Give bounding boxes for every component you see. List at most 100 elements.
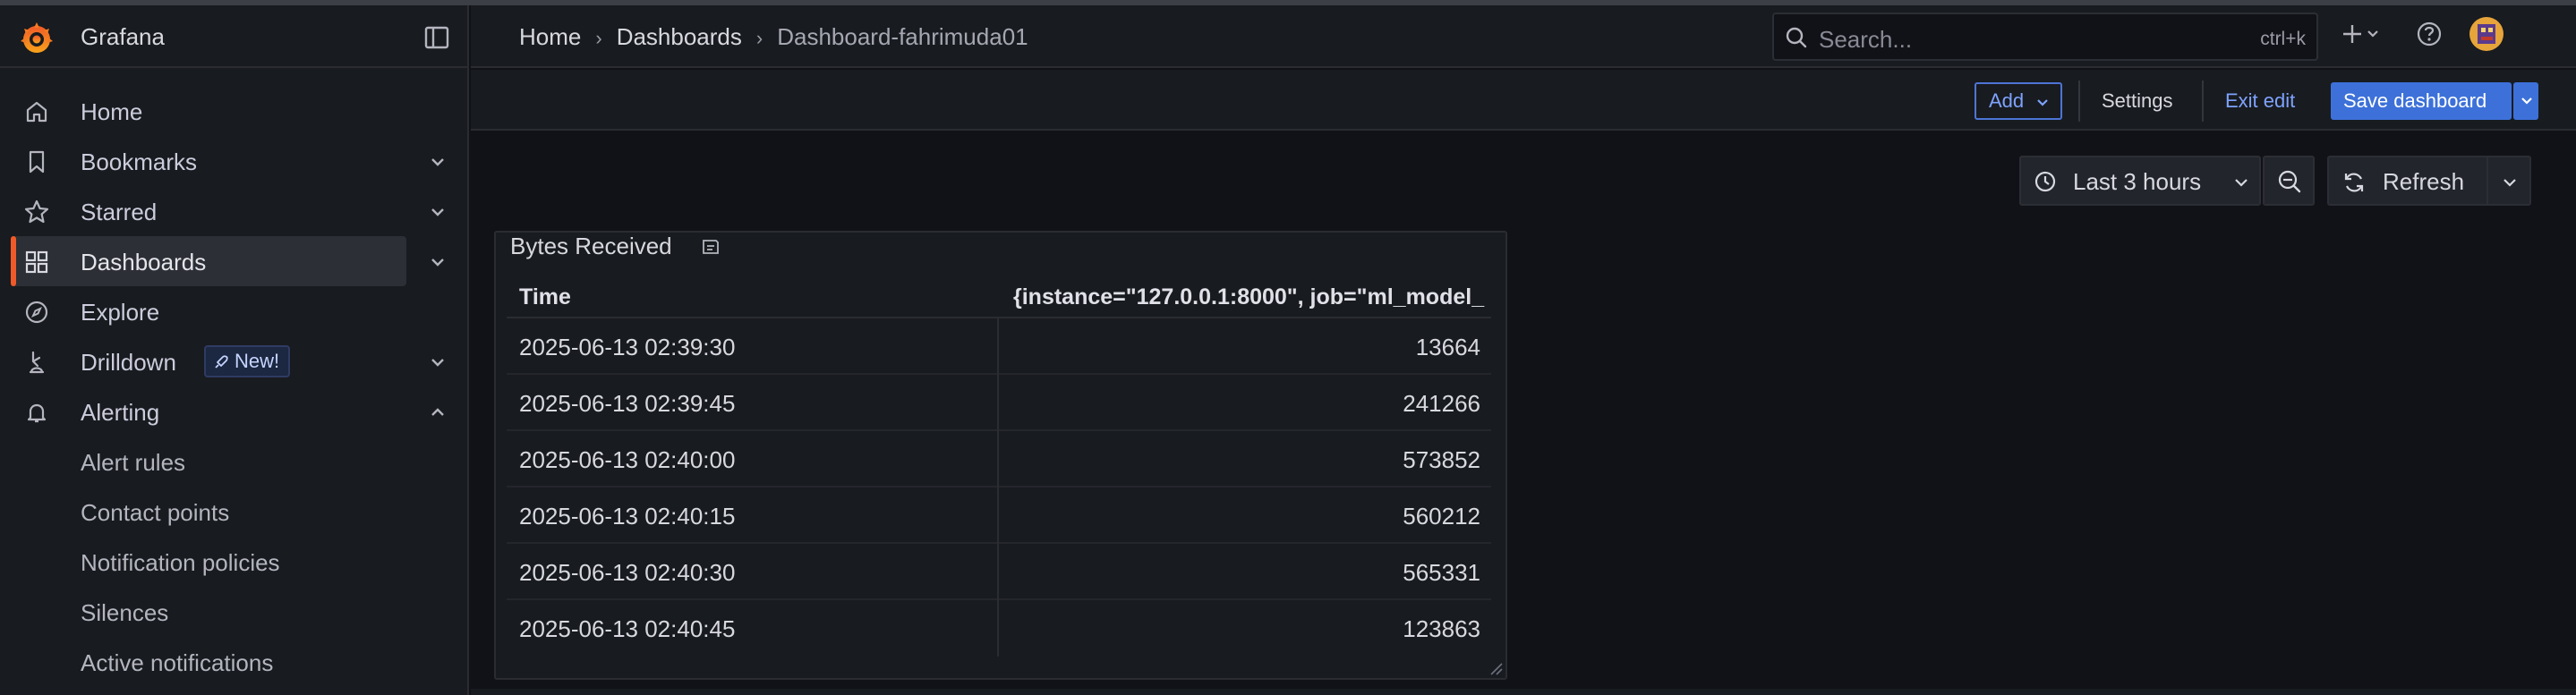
sidebar-item-contact-points[interactable]: Contact points bbox=[0, 487, 469, 537]
sidebar-item-alerting[interactable]: Alerting bbox=[0, 386, 469, 436]
breadcrumb-separator-icon: › bbox=[755, 27, 763, 49]
column-divider bbox=[997, 487, 999, 544]
table-row: 2025-06-13 02:40:45 123863 bbox=[507, 600, 1491, 657]
cell-value: 123863 bbox=[1403, 615, 1480, 642]
breadcrumb-dashboards[interactable]: Dashboards bbox=[617, 23, 742, 50]
refresh-label: Refresh bbox=[2383, 168, 2465, 195]
brand-header: Grafana bbox=[0, 5, 469, 68]
sidebar-item-home[interactable]: Home bbox=[0, 86, 469, 136]
sidebar-item-dashboards[interactable]: Dashboards bbox=[0, 236, 469, 286]
dashboard-toolbar: Add Settings Exit edit Save dashboard bbox=[471, 70, 2576, 131]
column-header-time[interactable]: Time bbox=[519, 284, 571, 310]
column-divider bbox=[997, 544, 999, 600]
sidebar-item-active-notifications[interactable]: Active notifications bbox=[0, 637, 469, 687]
cell-time: 2025-06-13 02:39:30 bbox=[519, 334, 736, 360]
apps-icon bbox=[25, 250, 48, 274]
exit-edit-button[interactable]: Exit edit bbox=[2225, 89, 2295, 113]
refresh-button[interactable]: Refresh bbox=[2327, 156, 2531, 206]
clock-icon bbox=[2034, 171, 2056, 192]
search-shortcut: ctrl+k bbox=[2260, 29, 2306, 49]
rocket-icon bbox=[215, 355, 228, 369]
chevron-down-icon[interactable] bbox=[2501, 174, 2519, 191]
breadcrumb: Home › Dashboards › Dashboard-fahrimuda01 bbox=[519, 23, 1028, 51]
chevron-down-icon[interactable] bbox=[428, 352, 448, 372]
cell-time: 2025-06-13 02:40:00 bbox=[519, 446, 736, 473]
chevron-down-icon bbox=[2521, 97, 2532, 105]
toolbar-divider bbox=[2078, 81, 2080, 122]
zoom-out-icon bbox=[2278, 170, 2301, 193]
resize-handle-icon[interactable] bbox=[1488, 660, 1504, 676]
user-avatar[interactable] bbox=[2469, 16, 2504, 52]
save-options-button[interactable] bbox=[2513, 82, 2538, 120]
new-menu-button[interactable] bbox=[2341, 16, 2388, 52]
next-panel-edge bbox=[471, 689, 2576, 695]
sync-icon bbox=[2344, 173, 2364, 192]
chevron-down-icon[interactable] bbox=[428, 202, 448, 222]
chevron-down-icon[interactable] bbox=[428, 252, 448, 272]
bell-icon bbox=[27, 403, 47, 423]
chevron-down-icon bbox=[2367, 30, 2378, 38]
cell-value: 13664 bbox=[1415, 334, 1480, 360]
sidebar-item-label: Home bbox=[81, 98, 143, 125]
grafana-logo-icon[interactable] bbox=[18, 20, 55, 57]
column-divider bbox=[997, 431, 999, 487]
table-row: 2025-06-13 02:40:15 560212 bbox=[507, 487, 1491, 544]
star-icon bbox=[24, 199, 49, 224]
breadcrumb-current: Dashboard-fahrimuda01 bbox=[777, 23, 1028, 50]
sidebar-item-label: Drilldown bbox=[81, 349, 176, 376]
sidebar-item-bookmarks[interactable]: Bookmarks bbox=[0, 136, 469, 186]
add-button-label: Add bbox=[1989, 89, 2025, 112]
chevron-down-icon bbox=[2037, 99, 2048, 106]
cell-value: 573852 bbox=[1403, 446, 1480, 473]
sidebar-item-label: Bookmarks bbox=[81, 148, 198, 175]
table-row: 2025-06-13 02:39:30 13664 bbox=[507, 318, 1491, 375]
column-divider bbox=[997, 600, 999, 657]
sidebar-item-alert-rules[interactable]: Alert rules bbox=[0, 436, 469, 487]
cell-time: 2025-06-13 02:39:45 bbox=[519, 390, 736, 417]
help-icon[interactable] bbox=[2411, 16, 2447, 52]
panel-description-icon[interactable] bbox=[700, 236, 721, 258]
sidebar-item-notification-policies[interactable]: Notification policies bbox=[0, 537, 469, 587]
sidebar-item-label: Dashboards bbox=[81, 249, 207, 275]
save-button-label: Save dashboard bbox=[2343, 89, 2487, 112]
settings-button[interactable]: Settings bbox=[2102, 89, 2173, 113]
cell-value: 560212 bbox=[1403, 503, 1480, 530]
add-button[interactable]: Add bbox=[1975, 82, 2062, 120]
sidebar-item-drilldown[interactable]: Drilldown New! bbox=[0, 336, 469, 386]
chevron-down-icon[interactable] bbox=[428, 152, 448, 172]
active-indicator bbox=[11, 236, 16, 286]
refresh-divider bbox=[2486, 157, 2488, 204]
breadcrumb-home[interactable]: Home bbox=[519, 23, 581, 50]
nav-menu: Home Bookmarks Starred Dashboards Explor… bbox=[0, 86, 469, 687]
home-icon bbox=[26, 101, 47, 123]
breadcrumb-separator-icon: › bbox=[595, 27, 602, 49]
panel-title[interactable]: Bytes Received bbox=[510, 233, 672, 260]
sidebar-item-explore[interactable]: Explore bbox=[0, 286, 469, 336]
grafana-app: Grafana Home Bookmarks Starred Dashboard… bbox=[0, 0, 2576, 695]
sidebar-subitem-label: Notification policies bbox=[81, 549, 280, 576]
chevron-down-icon bbox=[2235, 179, 2248, 187]
column-divider bbox=[997, 375, 999, 431]
sidebar-item-starred[interactable]: Starred bbox=[0, 186, 469, 236]
table-panel[interactable]: Bytes Received Time {instance="127.0.0.1… bbox=[494, 231, 1507, 680]
column-header-series[interactable]: {instance="127.0.0.1:8000", job="ml_mode… bbox=[1013, 284, 1484, 310]
search-input[interactable]: Search... ctrl+k bbox=[1772, 13, 2318, 61]
drilldown-icon bbox=[29, 351, 45, 374]
cell-time: 2025-06-13 02:40:30 bbox=[519, 559, 736, 586]
table-row: 2025-06-13 02:40:00 573852 bbox=[507, 431, 1491, 487]
column-divider bbox=[997, 318, 999, 375]
sidebar-subitem-label: Active notifications bbox=[81, 649, 274, 676]
time-range-picker[interactable]: Last 3 hours bbox=[2019, 156, 2261, 206]
toolbar-divider bbox=[2202, 81, 2204, 122]
top-header: Home › Dashboards › Dashboard-fahrimuda01 Se… bbox=[471, 5, 2576, 68]
save-dashboard-button[interactable]: Save dashboard bbox=[2331, 82, 2512, 120]
table-row: 2025-06-13 02:40:30 565331 bbox=[507, 544, 1491, 600]
table-row: 2025-06-13 02:39:45 241266 bbox=[507, 375, 1491, 431]
zoom-out-button[interactable] bbox=[2263, 156, 2315, 206]
sidebar-item-label: Explore bbox=[81, 299, 160, 326]
sidebar-item-silences[interactable]: Silences bbox=[0, 587, 469, 637]
new-badge: New! bbox=[204, 345, 291, 377]
dock-menu-icon[interactable] bbox=[424, 25, 449, 50]
chevron-up-icon[interactable] bbox=[428, 403, 448, 422]
table-header: Time {instance="127.0.0.1:8000", job="ml… bbox=[507, 277, 1491, 318]
